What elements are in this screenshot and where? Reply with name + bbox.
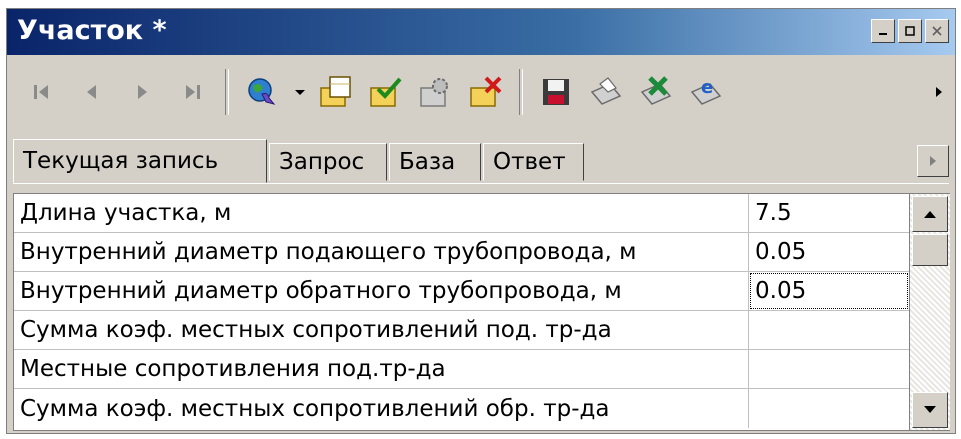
print-button[interactable] [585,71,627,113]
delete-icon [470,76,502,107]
vertical-scrollbar[interactable] [910,193,950,431]
row-label: Внутренний диаметр обратного трубопровод… [14,272,749,310]
globe-dropdown-button[interactable] [291,71,309,113]
new-record-icon [320,76,351,107]
new-record-button[interactable] [315,71,357,113]
scroll-up-button[interactable] [912,196,948,232]
row-label: Сумма коэф. местных сопротивлений под. т… [14,311,749,349]
save-icon [543,79,569,105]
scroll-down-button[interactable] [912,392,948,428]
tab-base[interactable]: База [389,143,481,181]
toolbar-separator [225,69,229,115]
globe-icon [248,78,276,105]
excel-icon [640,76,672,105]
table-row[interactable]: Внутренний диаметр обратного трубопровод… [14,272,909,311]
row-value[interactable] [749,311,909,349]
print-icon [590,77,622,105]
apply-icon [370,77,402,107]
chevron-right-icon [936,87,942,97]
toolbar-separator [519,69,523,115]
row-label: Местные сопротивления под.тр-да [14,350,749,388]
tab-current-record[interactable]: Текущая запись [13,139,267,183]
table-row[interactable]: Сумма коэф. местных сопротивлений под. т… [14,311,909,350]
table-row[interactable]: Сумма коэф. местных сопротивлений обр. т… [14,389,909,428]
save-button[interactable] [535,71,577,113]
close-button[interactable] [925,19,949,43]
tab-strip: Текущая запись Запрос База Ответ [13,137,949,184]
close-icon [926,20,948,42]
row-label: Длина участка, м [14,194,749,232]
maximize-icon [899,20,921,42]
row-label: Внутренний диаметр подающего трубопровод… [14,233,749,271]
prev-record-button[interactable] [71,71,113,113]
table-row[interactable]: Внутренний диаметр подающего трубопровод… [14,233,909,272]
window-controls [871,19,949,43]
row-value-focused[interactable]: 0.05 [749,272,909,310]
row-label: Сумма коэф. местных сопротивлений обр. т… [14,389,749,428]
dropdown-arrow-icon [295,90,305,95]
browser-icon: e [690,77,722,105]
row-value[interactable] [749,389,909,428]
row-value[interactable]: 0.05 [749,233,909,271]
chevron-right-icon [930,156,936,166]
apply-button[interactable] [365,71,407,113]
minimize-icon [872,20,894,42]
settings-icon [420,78,448,107]
toolbar-overflow-button[interactable] [933,82,945,102]
settings-button[interactable] [415,71,457,113]
table-row[interactable]: Длина участка, м 7.5 [14,194,909,233]
globe-button[interactable] [241,71,283,113]
next-record-button[interactable] [121,71,163,113]
last-record-icon [186,85,200,99]
scroll-thumb[interactable] [912,234,948,266]
row-value[interactable]: 7.5 [749,194,909,232]
first-record-icon [34,85,48,99]
maximize-button[interactable] [898,19,922,43]
chevron-down-icon [924,406,936,413]
minimize-button[interactable] [871,19,895,43]
excel-button[interactable] [635,71,677,113]
tab-answer[interactable]: Ответ [483,143,584,181]
delete-button[interactable] [465,71,507,113]
title-bar[interactable]: Участок * [7,9,955,55]
prev-record-icon [87,85,96,99]
last-record-button[interactable] [171,71,213,113]
row-value[interactable] [749,350,909,388]
record-window: Участок * e Текущая запись Запрос База О… [6,8,956,434]
chevron-up-icon [924,211,936,218]
table-row[interactable]: Местные сопротивления под.тр-да [14,350,909,389]
browser-button[interactable]: e [685,71,727,113]
svg-text:e: e [701,77,713,98]
property-grid: Длина участка, м 7.5 Внутренний диаметр … [13,193,910,431]
window-title: Участок * [17,15,167,46]
tab-query[interactable]: Запрос [269,143,387,181]
tab-scroll-button[interactable] [917,145,949,177]
first-record-button[interactable] [21,71,63,113]
toolbar: e [7,57,955,127]
next-record-icon [138,85,147,99]
